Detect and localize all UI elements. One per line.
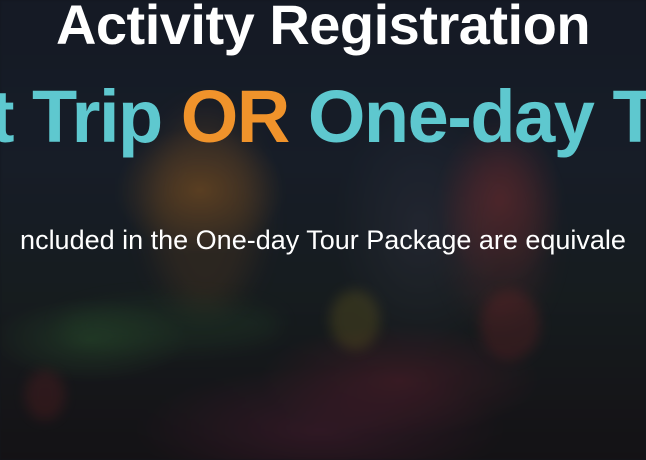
headline-connector: OR <box>180 75 291 158</box>
headline-separator <box>13 75 32 158</box>
subline-text: ncluded in the One-day Tour Package are … <box>20 225 626 255</box>
headline-part2: One-day T <box>307 75 646 158</box>
headline-prefix: t <box>0 75 14 158</box>
headline-part1: Trip <box>32 75 163 158</box>
page-title: Activity Registration <box>55 0 591 56</box>
hero-banner: Activity Registration t Trip OR One-day … <box>0 0 646 460</box>
headline: t Trip OR One-day T <box>0 74 646 160</box>
